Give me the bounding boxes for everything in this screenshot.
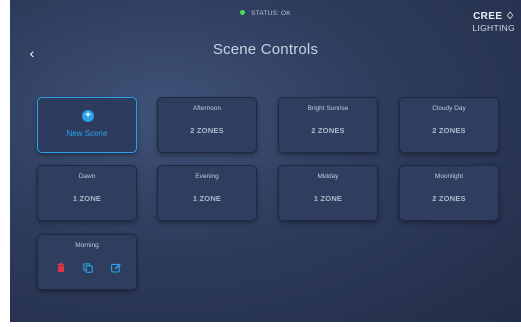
scene-name: Cloudy Day <box>432 105 466 112</box>
brand-name: CREE ♢ <box>473 11 515 22</box>
plus-circle-icon: + <box>82 110 94 122</box>
brand-logo: CREE ♢ LIGHTING <box>472 12 515 33</box>
scene-name: Bright Sunrise <box>307 105 349 112</box>
new-scene-label: New Scene <box>66 129 108 138</box>
scene-card-afternoon[interactable]: Afternoon 2 ZONES <box>157 97 257 153</box>
scene-card-evening[interactable]: Evening 1 ZONE <box>157 165 257 221</box>
scene-zone-count: 2 ZONES <box>311 126 345 135</box>
scene-actions <box>38 262 136 276</box>
new-scene-card[interactable]: + New Scene <box>37 97 137 153</box>
scene-name: Evening <box>195 173 219 180</box>
scene-card-bright-sunrise[interactable]: Bright Sunrise 2 ZONES <box>278 97 378 153</box>
copy-icon[interactable] <box>82 262 94 274</box>
scene-zone-count: 2 ZONES <box>190 126 224 135</box>
scene-zone-count: 2 ZONES <box>432 194 466 203</box>
scene-card-midday[interactable]: Midday 1 ZONE <box>278 165 378 221</box>
scene-name: Afternoon <box>192 105 222 112</box>
page-title: Scene Controls <box>212 41 319 58</box>
trash-icon[interactable] <box>55 262 67 274</box>
scene-name: Morning <box>75 242 99 249</box>
status-dot-icon <box>240 9 246 15</box>
scene-card-morning[interactable]: Morning <box>37 234 137 290</box>
edit-icon[interactable] <box>110 262 122 274</box>
scene-controls-screen: STATUS: OK CREE ♢ LIGHTING ‹ Scene Contr… <box>10 0 521 322</box>
scene-card-cloudy-day[interactable]: Cloudy Day 2 ZONES <box>399 97 499 153</box>
status-text: STATUS: OK <box>251 10 291 17</box>
scene-name: Dawn <box>78 173 96 180</box>
scene-card-dawn[interactable]: Dawn 1 ZONE <box>37 165 137 221</box>
scene-name: Midday <box>317 173 339 180</box>
brand-subtitle: LIGHTING <box>472 23 515 33</box>
scene-zone-count: 1 ZONE <box>192 194 222 203</box>
scene-zone-count: 1 ZONE <box>72 194 102 203</box>
status-indicator: STATUS: OK <box>10 9 521 17</box>
scene-name: Moonlight <box>434 173 464 180</box>
scene-zone-count: 1 ZONE <box>313 194 343 203</box>
scene-zone-count: 2 ZONES <box>432 126 466 135</box>
scene-card-moonlight[interactable]: Moonlight 2 ZONES <box>399 165 499 221</box>
